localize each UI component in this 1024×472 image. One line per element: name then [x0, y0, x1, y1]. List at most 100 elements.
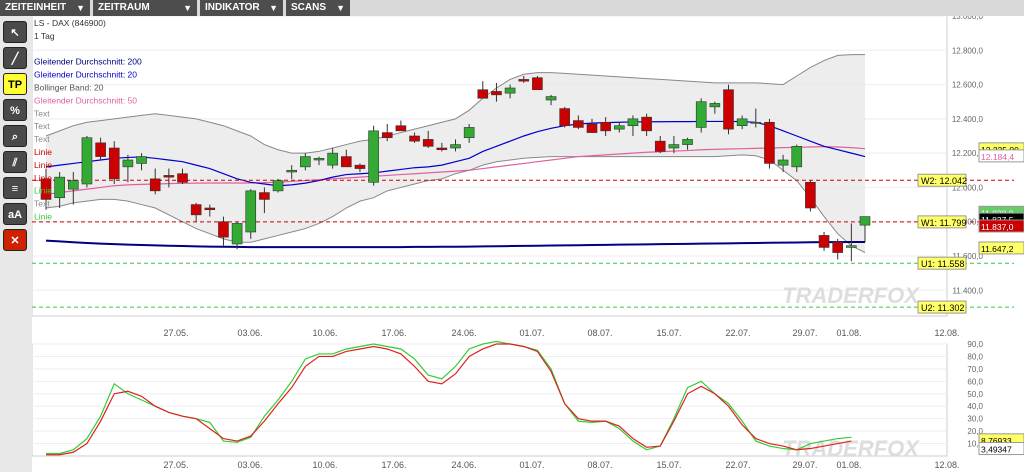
legend-item: Text — [34, 134, 50, 144]
candle-body — [368, 130, 379, 183]
candle-body — [163, 175, 175, 178]
legend-item: Gleitender Durchschnitt: 20 — [34, 70, 137, 80]
menu-zeiteinheit[interactable]: ZEITEINHEIT ▼ — [0, 0, 90, 16]
candle-body — [286, 169, 297, 173]
candle-body — [832, 241, 844, 253]
menu-label: ZEITEINHEIT — [5, 2, 67, 13]
x-tick-label: 01.07. — [519, 460, 544, 470]
menu-label: ZEITRAUM — [98, 2, 150, 13]
menu-indikator[interactable]: INDIKATOR ▼ — [200, 0, 283, 16]
x-tick-label: 15.07. — [656, 328, 681, 338]
candle-body — [81, 137, 93, 185]
x-tick-label: 12.08. — [934, 328, 959, 338]
x-tick-label: 03.06. — [237, 460, 262, 470]
x-tick-label: 29.07. — [792, 460, 817, 470]
chart-area: 13.000,012.800,012.600,012.400,012.200,0… — [32, 16, 1024, 470]
candle-body — [736, 118, 748, 127]
candle-body — [777, 159, 789, 166]
candle-body — [108, 147, 120, 180]
line-tool-icon[interactable]: ╱ — [3, 47, 27, 69]
candle-body — [450, 144, 461, 149]
legend-item: Bollinger Band: 20 — [34, 83, 104, 93]
channel-tool-icon[interactable]: ⫽ — [3, 151, 27, 173]
candle-body — [245, 190, 257, 233]
candle-body — [313, 157, 325, 161]
candle-body — [695, 101, 707, 128]
text-tool-button[interactable]: aA — [3, 203, 27, 225]
legend-item: Linie — [34, 212, 52, 222]
x-tick-label: 15.07. — [656, 460, 681, 470]
legend-item: 1 Tag — [34, 31, 55, 41]
fibonacci-tool-icon[interactable]: ≡ — [3, 177, 27, 199]
x-tick-label: 03.06. — [237, 328, 262, 338]
candle-body — [859, 216, 871, 226]
candle-body — [709, 103, 721, 108]
price-label: 11.837,0 — [981, 222, 1014, 232]
candle-body — [54, 176, 65, 199]
candle-body — [668, 144, 680, 149]
candle-body — [586, 123, 598, 133]
candle-body — [805, 181, 816, 209]
candle-body — [300, 156, 311, 168]
level-label: U1: 11.558 — [921, 259, 964, 269]
x-tick-label: 24.06. — [451, 328, 476, 338]
x-tick-label: 27.05. — [163, 460, 188, 470]
chevron-down-icon: ▼ — [269, 3, 278, 13]
delete-tool-icon[interactable]: ✕ — [3, 229, 27, 251]
watermark-logo: TRADERFOX — [782, 283, 920, 308]
legend-item: Gleitender Durchschnitt: 200 — [34, 57, 142, 67]
level-label: U2: 11.302 — [921, 303, 964, 313]
x-tick-label: 22.07. — [725, 328, 750, 338]
candle-body — [436, 147, 448, 151]
x-tick-label: 17.06. — [381, 328, 406, 338]
candle-body — [190, 204, 202, 216]
candle-body — [218, 221, 229, 238]
legend-item: Gleitender Durchschnitt: 50 — [34, 95, 137, 105]
candle-body — [122, 159, 134, 168]
level-label: W2: 12.042 — [921, 176, 967, 186]
candle-body — [559, 108, 571, 127]
x-tick-label: 22.07. — [725, 460, 750, 470]
candle-body — [272, 180, 284, 192]
y-tick-label: 90,0 — [967, 340, 983, 349]
x-tick-label: 01.07. — [519, 328, 544, 338]
candle-body — [477, 89, 489, 99]
x-tick-label: 24.06. — [451, 460, 476, 470]
candle-body — [818, 235, 830, 248]
percent-tool-icon[interactable]: % — [3, 99, 27, 121]
x-tick-label: 12.08. — [934, 460, 959, 470]
candle-body — [395, 125, 407, 132]
legend-item: Linie — [34, 186, 52, 196]
watermark-logo: TRADERFOX — [782, 436, 920, 461]
level-label: W1: 11.799 — [921, 218, 966, 228]
x-tick-label: 27.05. — [163, 328, 188, 338]
menu-scans[interactable]: SCANS ▼ — [286, 0, 350, 16]
y-tick-label: 70,0 — [967, 365, 983, 374]
cursor-tool-icon[interactable]: ↖ — [3, 21, 27, 43]
chevron-down-icon: ▼ — [183, 3, 192, 13]
candle-body — [177, 173, 188, 183]
candle-body — [204, 207, 216, 211]
menu-label: INDIKATOR — [205, 2, 260, 13]
legend-item: Linie — [34, 160, 52, 170]
menu-zeitraum[interactable]: ZEITRAUM ▼ — [93, 0, 197, 16]
tp-tool-button[interactable]: TP — [3, 73, 27, 95]
y-tick-label: 50,0 — [967, 390, 983, 399]
legend-item: Text — [34, 121, 50, 131]
zoom-tool-icon[interactable]: ⌕ — [3, 125, 27, 147]
candle-body — [354, 164, 366, 169]
candle-body — [259, 192, 270, 200]
candle-body — [750, 121, 762, 124]
candle-body — [846, 245, 857, 248]
candle-body — [231, 223, 243, 245]
candle-body — [149, 178, 161, 192]
x-tick-label: 29.07. — [792, 328, 817, 338]
candle-body — [136, 156, 147, 164]
y-tick-label: 13.000,0 — [952, 16, 984, 21]
y-tick-label: 12.800,0 — [952, 46, 984, 55]
x-tick-label: 01.08. — [836, 328, 861, 338]
x-tick-label: 01.08. — [836, 460, 861, 470]
menu-label: SCANS — [291, 2, 327, 13]
price-label: 11.647,2 — [981, 244, 1014, 254]
candle-body — [463, 127, 475, 139]
